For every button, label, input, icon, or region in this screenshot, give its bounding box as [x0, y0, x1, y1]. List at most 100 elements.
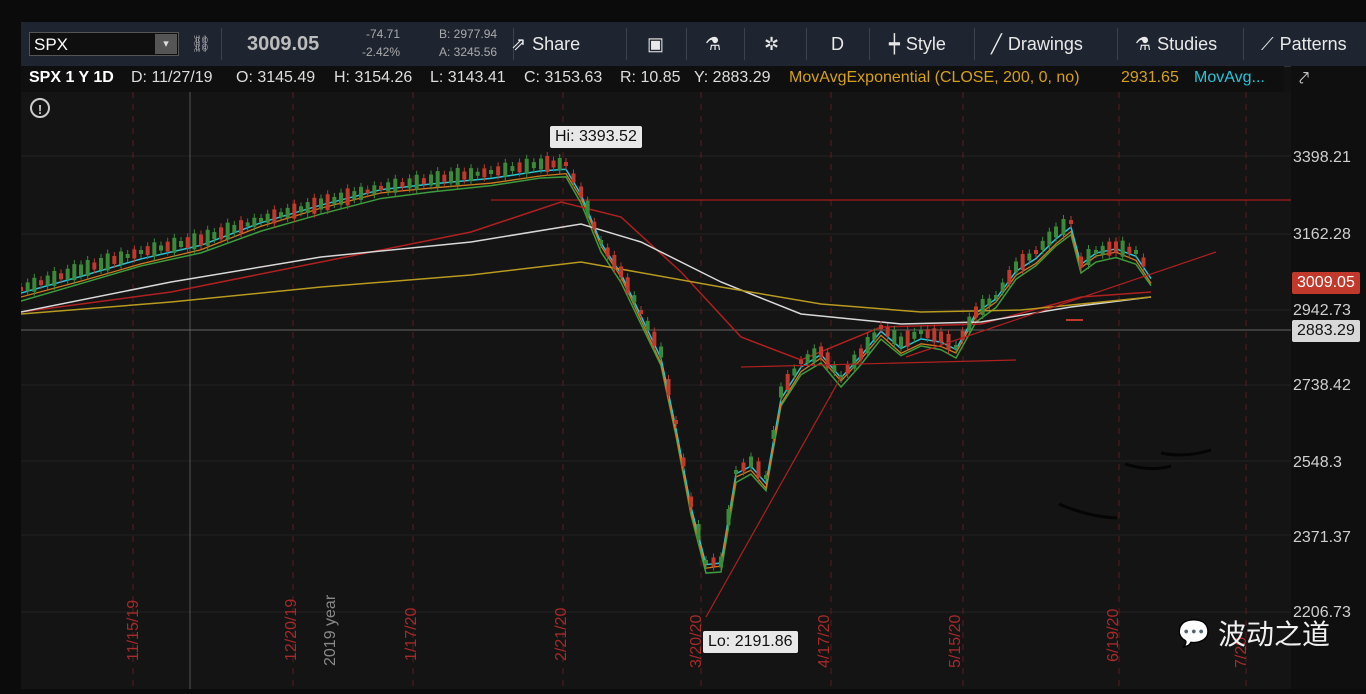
candle-body: [967, 316, 972, 331]
settings-button[interactable]: ✲: [764, 22, 779, 66]
candle-body: [551, 160, 556, 168]
chart-title: SPX 1 Y 1D: [29, 69, 114, 86]
watermark: 💬 波动之道: [1178, 613, 1330, 653]
candle-body: [799, 360, 803, 364]
info-icon[interactable]: !: [30, 98, 50, 118]
expand-icon[interactable]: ⤤: [1299, 68, 1325, 90]
study2-label[interactable]: MovAvg...: [1194, 69, 1265, 87]
candle-body: [503, 162, 508, 177]
candle-body: [892, 330, 897, 344]
separator: [686, 28, 687, 60]
candle-body: [819, 346, 823, 358]
candle-body: [557, 158, 562, 170]
current-price-tag: 3009.05: [1292, 272, 1360, 294]
candle-body: [305, 202, 310, 214]
candle-body: [449, 171, 453, 184]
patterns-icon: ⟋: [1261, 33, 1274, 54]
candle-body: [1114, 241, 1118, 253]
candle-body: [1100, 245, 1105, 255]
candle-body: [1127, 246, 1132, 254]
candle-body: [652, 331, 657, 346]
style-button[interactable]: ┿ Style: [889, 22, 946, 66]
candle-body: [339, 192, 343, 205]
candle-body: [771, 430, 776, 439]
candle-body: [414, 174, 419, 190]
date-tick: 3/20/20: [688, 614, 705, 668]
candle-body: [325, 194, 330, 211]
date-tick: 5/15/20: [947, 614, 964, 668]
patterns-button[interactable]: ⟋ Patterns: [1261, 22, 1347, 66]
candle-body: [879, 325, 883, 329]
candle-body: [1020, 254, 1025, 270]
timeframe-button[interactable]: D: [831, 22, 844, 66]
candle-body: [145, 246, 150, 256]
candle-body: [1069, 220, 1073, 224]
share-icon: ⇗: [511, 33, 527, 54]
candle-body: [462, 171, 467, 180]
candle-body: [265, 213, 270, 223]
alert-button[interactable]: ▣: [647, 22, 664, 66]
candle-body: [272, 209, 277, 224]
price-change: -74.71: [366, 27, 401, 41]
info-open: O: 3145.49: [236, 69, 316, 86]
share-button[interactable]: ⇗ Share: [511, 22, 580, 66]
candle-body: [85, 260, 90, 276]
candle-body: [442, 174, 447, 182]
candle-body: [92, 262, 97, 270]
candle-body: [919, 330, 923, 334]
patterns-label: Patterns: [1279, 33, 1347, 54]
candle-body: [400, 182, 405, 188]
candle-body: [1007, 270, 1012, 284]
candle-body: [1134, 250, 1138, 254]
candle-body: [1120, 240, 1125, 257]
candle-body: [429, 174, 433, 186]
high-annotation: Hi: 3393.52: [550, 126, 642, 148]
candle-body: [496, 166, 501, 176]
candle-body: [386, 182, 391, 192]
last-price: 3009.05: [247, 32, 320, 55]
candle-body: [625, 277, 630, 294]
candle-body: [932, 328, 937, 343]
flask-icon: ⚗: [705, 33, 722, 54]
separator: [1117, 28, 1118, 60]
candle-body: [192, 233, 197, 250]
candle-body: [239, 220, 243, 234]
separator: [744, 28, 745, 60]
candle-body: [72, 264, 77, 281]
link-icon[interactable]: ⛓: [191, 22, 211, 66]
candle-body: [585, 200, 590, 217]
timeframe-label: D: [831, 33, 844, 54]
info-close: C: 3153.63: [524, 69, 603, 86]
candle-body: [805, 354, 810, 364]
candle-body: [119, 251, 123, 265]
candle-body: [475, 171, 480, 176]
symbol-dropdown-icon[interactable]: ▾: [155, 34, 177, 54]
candle-body: [1027, 253, 1032, 261]
candle-body: [939, 331, 943, 343]
candle-body: [885, 327, 890, 337]
style-label: Style: [905, 33, 946, 54]
candle-body: [259, 218, 263, 222]
study-label[interactable]: MovAvgExponential (CLOSE, 200, 0, no): [789, 69, 1080, 87]
candle-body: [152, 242, 157, 257]
candle-body: [99, 258, 103, 270]
candle-body: [159, 245, 163, 251]
candle-body: [599, 240, 603, 244]
drawings-button[interactable]: ╱ Drawings: [991, 22, 1083, 66]
candle-body: [285, 207, 290, 218]
candle-body: [52, 270, 57, 286]
candle-body: [172, 237, 177, 253]
chart-area[interactable]: [19, 92, 1291, 689]
candle-body: [212, 232, 217, 240]
flask-button[interactable]: ⚗: [705, 22, 721, 66]
candle-body: [421, 178, 426, 185]
candle-body: [994, 295, 998, 299]
ask-price: A: 3245.56: [439, 45, 498, 59]
candle-body: [319, 198, 323, 210]
candle-body: [872, 332, 877, 340]
candle-body: [845, 364, 850, 374]
studies-button[interactable]: ⚗ Studies: [1135, 22, 1217, 66]
candle-body: [531, 162, 536, 169]
candle-body: [435, 171, 440, 188]
candle-body: [980, 299, 985, 315]
